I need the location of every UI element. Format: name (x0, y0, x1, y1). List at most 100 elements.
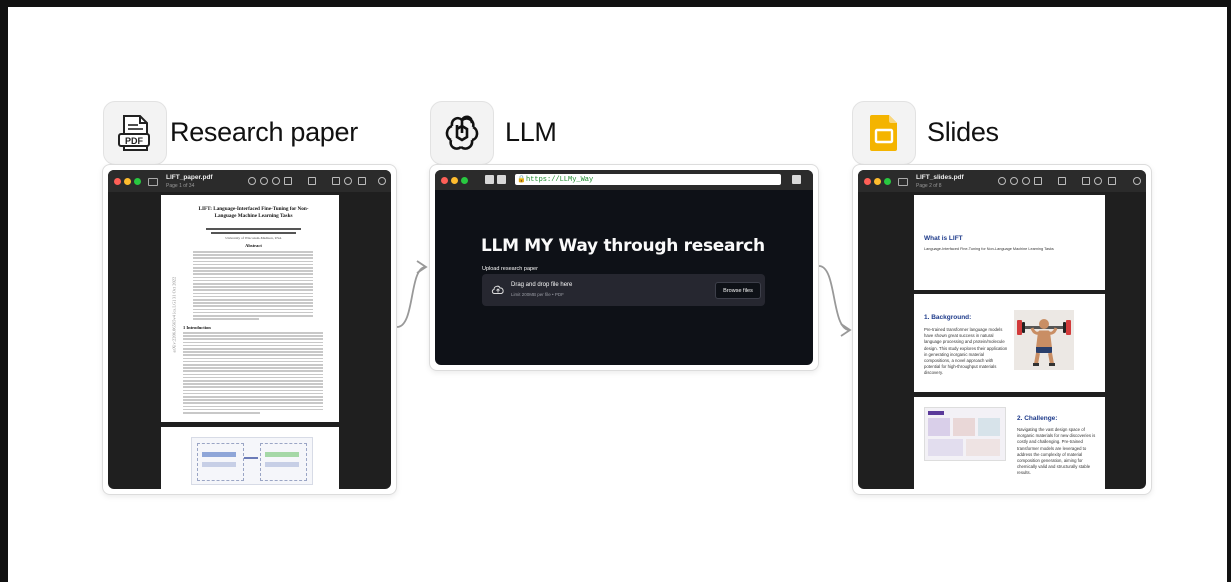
cloud-upload-icon (491, 285, 504, 294)
slide-3[interactable]: 2. Challenge: Navigating the vast design… (914, 397, 1105, 489)
slides-viewer-titlebar: LIFT_slides.pdf Page 2 of 8 (858, 170, 1146, 192)
forward-button[interactable] (497, 175, 506, 184)
info-icon[interactable] (998, 177, 1006, 185)
abstract-heading: Abstract (245, 243, 262, 248)
pdf-viewer-titlebar: LIFT_paper.pdf Page 1 of 34 (108, 170, 391, 192)
text-line (183, 402, 323, 404)
close-dot[interactable] (114, 178, 121, 185)
address-bar[interactable]: 🔒 https://LLMy_Way (515, 174, 781, 185)
form-icon[interactable] (1108, 177, 1116, 185)
svg-text:PDF: PDF (125, 136, 144, 146)
text-line (183, 392, 323, 395)
text-line (183, 338, 323, 340)
pdf-file-icon: PDF (103, 101, 167, 165)
text-line (193, 311, 313, 314)
text-line (183, 383, 323, 385)
figure-arrow (244, 457, 258, 459)
text-line (183, 335, 323, 337)
text-line (193, 315, 313, 317)
search-icon[interactable] (378, 177, 386, 185)
zoom-out-icon[interactable] (1010, 177, 1018, 185)
upload-label: Upload research paper (482, 266, 538, 272)
weightlifter-illustration (1014, 310, 1074, 370)
figure-block (966, 439, 1000, 456)
text-line (183, 389, 323, 392)
markup-icon[interactable] (1058, 177, 1066, 185)
slide-1-body: Language-Interfaced Fine-Tuning for Non-… (924, 247, 1054, 251)
figure-block (928, 411, 944, 415)
text-line (183, 348, 323, 350)
arxiv-stamp-text: arXiv:2206.06565v4 [cs.LG] 31 Oct 2022 (171, 276, 177, 353)
slide-3-body: Navigating the vast design space of inor… (1017, 427, 1096, 476)
markup-icon[interactable] (308, 177, 316, 185)
zoom-in-icon[interactable] (272, 177, 280, 185)
zoom-out-icon[interactable] (260, 177, 268, 185)
slide-1[interactable]: What is LIFT Language-Interfaced Fine-Tu… (914, 195, 1105, 290)
text-line (193, 283, 313, 285)
step-label-llm: LLM (505, 117, 557, 147)
zoom-dot[interactable] (884, 178, 891, 185)
menu-button[interactable] (792, 175, 801, 184)
info-icon[interactable] (248, 177, 256, 185)
rotate-icon[interactable] (1082, 177, 1090, 185)
annotate-icon[interactable] (1094, 177, 1102, 185)
form-icon[interactable] (358, 177, 366, 185)
text-line (183, 373, 323, 376)
authors-line (206, 228, 301, 230)
rotate-icon[interactable] (332, 177, 340, 185)
sidebar-toggle-icon[interactable] (898, 178, 908, 186)
text-line (183, 357, 323, 360)
minimize-dot[interactable] (874, 178, 881, 185)
text-line (183, 380, 323, 382)
text-line (193, 251, 313, 253)
zoom-in-icon[interactable] (1022, 177, 1030, 185)
figure-block (202, 452, 236, 457)
paper-title: LIFT: Language-Interfaced Fine-Tuning fo… (198, 206, 309, 219)
zoom-dot[interactable] (461, 177, 468, 184)
google-slides-icon (852, 101, 916, 165)
sidebar-toggle-icon[interactable] (148, 178, 158, 186)
slide-3-figure (924, 407, 1006, 461)
text-line (193, 267, 313, 269)
pdf-page-info: Page 1 of 34 (166, 183, 195, 189)
llm-app-window: 🔒 https://LLMy_Way LLM MY Way through re… (435, 170, 813, 365)
search-icon[interactable] (1133, 177, 1141, 185)
pdf-page-2 (161, 427, 339, 489)
text-line (193, 263, 313, 266)
affiliation: University of Wisconsin-Madison, USA (225, 236, 282, 240)
text-line (183, 351, 323, 353)
pdf-file-name: LIFT_paper.pdf (166, 174, 213, 181)
slide-1-title: What is LIFT (924, 235, 963, 242)
figure-block (928, 439, 963, 456)
file-dropzone[interactable]: Drag and drop file here Limit 200MB per … (482, 274, 765, 306)
text-line (183, 376, 323, 379)
zoom-dot[interactable] (134, 178, 141, 185)
browser-titlebar: 🔒 https://LLMy_Way (435, 170, 813, 190)
figure-block (265, 462, 299, 467)
share-icon[interactable] (1034, 177, 1042, 185)
slide-2[interactable]: 1. Background: Pre-trained transformer l… (914, 294, 1105, 392)
share-icon[interactable] (284, 177, 292, 185)
close-dot[interactable] (441, 177, 448, 184)
figure-1 (191, 437, 313, 485)
text-line (193, 270, 313, 272)
dropzone-hint: Limit 200MB per file • PDF (511, 292, 564, 297)
slide-2-body: Pre-trained transformer language models … (924, 327, 1008, 376)
text-line (183, 386, 323, 388)
text-line (193, 302, 313, 304)
annotate-icon[interactable] (344, 177, 352, 185)
text-line (183, 364, 323, 366)
figure-block (978, 418, 1000, 436)
browse-files-button[interactable]: Browse files (715, 282, 761, 299)
slides-file-name: LIFT_slides.pdf (916, 174, 964, 181)
slides-page-info: Page 2 of 8 (916, 183, 942, 189)
pdf-viewer-window: LIFT_paper.pdf Page 1 of 34 arXiv:2206.0… (108, 170, 391, 489)
slide-3-title: 2. Challenge: (1017, 415, 1058, 422)
minimize-dot[interactable] (451, 177, 458, 184)
pdf-viewer-card: LIFT_paper.pdf Page 1 of 34 arXiv:2206.0… (102, 164, 397, 495)
close-dot[interactable] (864, 178, 871, 185)
back-button[interactable] (485, 175, 494, 184)
minimize-dot[interactable] (124, 178, 131, 185)
llm-app-card: 🔒 https://LLMy_Way LLM MY Way through re… (429, 164, 819, 371)
url-text: https://LLMy_Way (526, 175, 594, 184)
